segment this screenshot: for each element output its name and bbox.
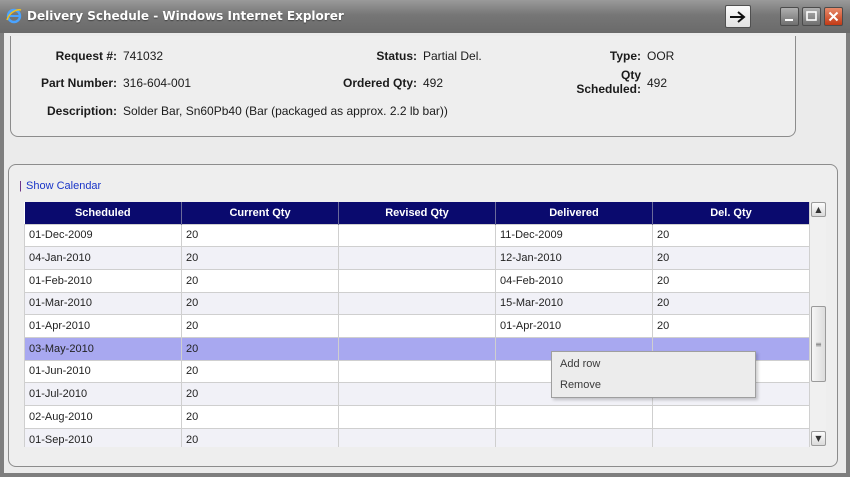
cell-scheduled[interactable]: 01-Jun-2010 <box>24 359 182 384</box>
cell-current-qty[interactable]: 20 <box>181 405 339 429</box>
title-bar[interactable]: Delivery Schedule - Windows Internet Exp… <box>0 0 850 33</box>
cell-revised-qty[interactable] <box>338 382 496 406</box>
cell-delivered[interactable] <box>495 405 653 429</box>
cell-del-qty[interactable] <box>652 405 809 429</box>
cell-del-qty[interactable]: 20 <box>652 223 809 248</box>
cell-revised-qty[interactable] <box>338 291 496 316</box>
show-calendar-link[interactable]: Show Calendar <box>26 180 101 192</box>
cell-delivered[interactable]: 12-Jan-2010 <box>495 246 653 270</box>
cell-revised-qty[interactable] <box>338 427 496 447</box>
cell-scheduled[interactable]: 01-Jul-2010 <box>24 382 182 406</box>
column-header-revised-qty[interactable]: Revised Qty <box>338 202 496 224</box>
description-value: Solder Bar, Sn60Pb40 (Bar (packaged as a… <box>123 104 448 118</box>
vertical-scrollbar[interactable]: ▲ ≡ ▼ <box>809 202 826 447</box>
ordered-qty-label: Ordered Qty: <box>342 76 417 90</box>
schedule-table: Scheduled Current Qty Revised Qty Delive… <box>24 202 809 447</box>
scroll-down-icon[interactable]: ▼ <box>811 431 826 446</box>
cell-del-qty[interactable]: 20 <box>652 291 809 316</box>
cell-delivered[interactable]: 15-Mar-2010 <box>495 291 653 316</box>
cell-delivered[interactable]: 01-Apr-2010 <box>495 314 653 338</box>
minimize-icon[interactable] <box>780 7 799 26</box>
cell-del-qty[interactable]: 20 <box>652 314 809 338</box>
qty-scheduled-value: 492 <box>647 76 668 90</box>
page-content: Request #: 741032 Status: Partial Del. T… <box>4 33 846 473</box>
table-row[interactable]: 02-Aug-2010 20 <box>24 405 809 429</box>
browser-window: Delivery Schedule - Windows Internet Exp… <box>0 0 850 477</box>
cell-current-qty[interactable]: 20 <box>181 314 339 338</box>
cell-current-qty[interactable]: 20 <box>181 336 339 361</box>
table-row[interactable]: 01-Apr-2010 20 01-Apr-2010 20 <box>24 314 809 338</box>
column-header-scheduled[interactable]: Scheduled <box>24 202 182 224</box>
context-menu: Add row Remove <box>551 351 756 398</box>
cell-revised-qty[interactable] <box>338 223 496 248</box>
ordered-qty-value: 492 <box>423 76 444 90</box>
close-icon[interactable] <box>824 7 843 26</box>
cell-current-qty[interactable]: 20 <box>181 382 339 406</box>
type-value: OOR <box>647 49 675 63</box>
cell-scheduled[interactable]: 04-Jan-2010 <box>24 246 182 270</box>
cell-delivered[interactable]: 11-Dec-2009 <box>495 223 653 248</box>
request-value: 741032 <box>123 49 164 63</box>
scrollbar-thumb[interactable]: ≡ <box>811 306 826 382</box>
description-label: Description: <box>46 104 117 118</box>
cell-del-qty[interactable]: 20 <box>652 268 809 293</box>
table-row[interactable]: 01-Dec-2009 20 11-Dec-2009 20 <box>24 223 809 248</box>
link-separator: | <box>19 180 22 192</box>
part-number-label: Part Number: <box>40 76 117 90</box>
cell-current-qty[interactable]: 20 <box>181 246 339 270</box>
column-header-del-qty[interactable]: Del. Qty <box>652 202 809 224</box>
cell-del-qty[interactable]: 20 <box>652 246 809 270</box>
cell-revised-qty[interactable] <box>338 246 496 270</box>
cell-scheduled[interactable]: 02-Aug-2010 <box>24 405 182 429</box>
cell-current-qty[interactable]: 20 <box>181 223 339 248</box>
cell-current-qty[interactable]: 20 <box>181 268 339 293</box>
header-row: Scheduled Current Qty Revised Qty Delive… <box>24 202 809 224</box>
qty-scheduled-label-line2: Scheduled: <box>576 82 641 96</box>
status-value: Partial Del. <box>423 49 482 63</box>
qty-scheduled-label: Qty Scheduled: <box>561 68 641 96</box>
cell-del-qty[interactable] <box>652 427 809 447</box>
cell-delivered[interactable]: 04-Feb-2010 <box>495 268 653 293</box>
cell-current-qty[interactable]: 20 <box>181 291 339 316</box>
cell-revised-qty[interactable] <box>338 314 496 338</box>
column-header-delivered[interactable]: Delivered <box>495 202 653 224</box>
request-info-panel: Request #: 741032 Status: Partial Del. T… <box>10 36 796 137</box>
go-arrow-icon[interactable] <box>725 5 751 28</box>
maximize-icon[interactable] <box>802 7 821 26</box>
column-header-current-qty[interactable]: Current Qty <box>181 202 339 224</box>
cell-scheduled[interactable]: 01-Apr-2010 <box>24 314 182 338</box>
schedule-grid: Scheduled Current Qty Revised Qty Delive… <box>24 202 809 447</box>
table-row[interactable]: 01-Feb-2010 20 04-Feb-2010 20 <box>24 268 809 293</box>
table-row[interactable]: 04-Jan-2010 20 12-Jan-2010 20 <box>24 246 809 270</box>
table-row[interactable]: 01-Mar-2010 20 15-Mar-2010 20 <box>24 291 809 316</box>
request-label: Request #: <box>55 49 117 63</box>
context-menu-add-row[interactable]: Add row <box>560 358 600 370</box>
part-number-value: 316-604-001 <box>123 76 192 90</box>
cell-scheduled[interactable]: 03-May-2010 <box>24 336 182 361</box>
ie-logo-icon <box>6 8 22 24</box>
cell-current-qty[interactable]: 20 <box>181 359 339 384</box>
cell-revised-qty[interactable] <box>338 359 496 384</box>
context-menu-remove[interactable]: Remove <box>560 379 601 391</box>
cell-scheduled[interactable]: 01-Mar-2010 <box>24 291 182 316</box>
scroll-up-icon[interactable]: ▲ <box>811 202 826 217</box>
cell-scheduled[interactable]: 01-Feb-2010 <box>24 268 182 293</box>
cell-current-qty[interactable]: 20 <box>181 427 339 447</box>
cell-revised-qty[interactable] <box>338 405 496 429</box>
cell-revised-qty[interactable] <box>338 336 496 361</box>
cell-scheduled[interactable]: 01-Sep-2010 <box>24 427 182 447</box>
type-label: Type: <box>609 49 641 63</box>
status-label: Status: <box>376 49 417 63</box>
cell-delivered[interactable] <box>495 427 653 447</box>
cell-scheduled[interactable]: 01-Dec-2009 <box>24 223 182 248</box>
qty-scheduled-label-line1: Qty <box>620 68 641 82</box>
window-title: Delivery Schedule - Windows Internet Exp… <box>27 9 344 23</box>
schedule-rows: 01-Dec-2009 20 11-Dec-2009 20 04-Jan-2010 20 1… <box>24 223 809 447</box>
table-row[interactable]: 01-Sep-2010 20 <box>24 427 809 447</box>
cell-revised-qty[interactable] <box>338 268 496 293</box>
